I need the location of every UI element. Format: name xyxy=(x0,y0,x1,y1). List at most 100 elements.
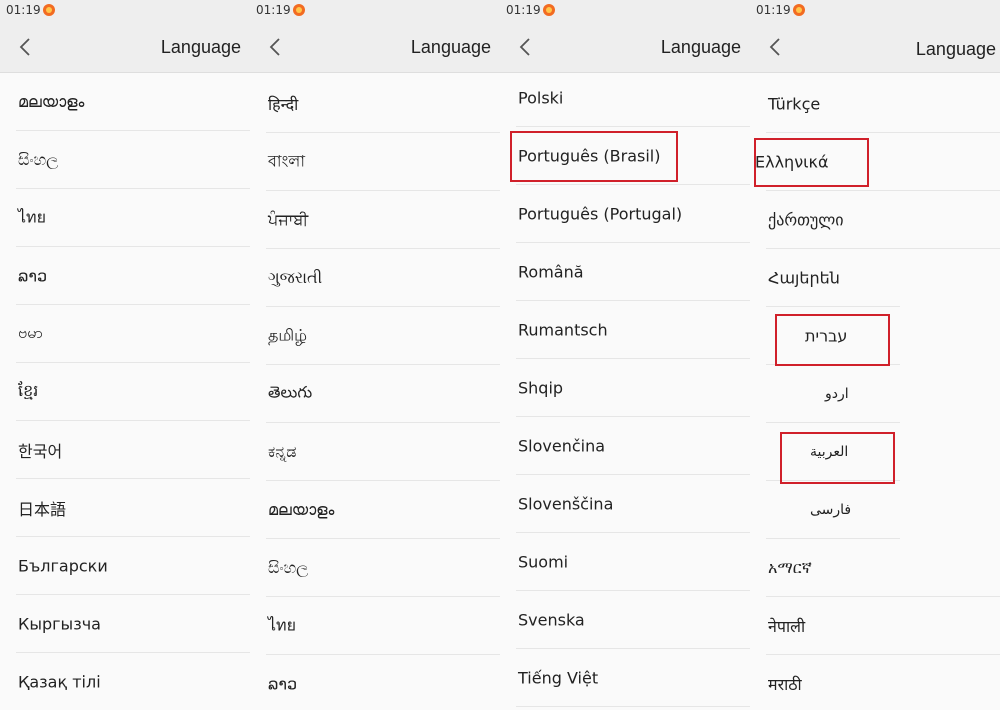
language-label: Кыргызча xyxy=(18,614,101,634)
language-item[interactable]: తెలుగు xyxy=(250,365,500,423)
language-item[interactable]: ગુજરાતી xyxy=(250,249,500,307)
language-item[interactable]: Български xyxy=(0,537,250,595)
notification-icon xyxy=(43,4,55,16)
language-item[interactable]: አማርኛ xyxy=(750,539,1000,597)
language-label: Suomi xyxy=(518,552,569,572)
language-label: 日本語 xyxy=(18,500,67,519)
language-label: தமிழ் xyxy=(268,325,308,345)
language-label: Slovenčina xyxy=(518,436,606,456)
screen-panel-1: 01:19 Language മലയാളം සිංහල ไทย ລາວ ဗမာ … xyxy=(0,0,250,710)
language-item[interactable]: ಕನ್ನಡ xyxy=(250,423,500,481)
language-label: සිංහල xyxy=(268,558,309,577)
page-title: Language xyxy=(915,39,996,59)
language-label: العربية xyxy=(810,444,849,460)
language-label: ไทย xyxy=(268,615,296,635)
app-bar: Language xyxy=(0,22,250,73)
language-label: עברית xyxy=(805,326,848,346)
language-item[interactable]: Slovenščina xyxy=(500,475,750,533)
language-item[interactable]: Português (Portugal) xyxy=(500,185,750,243)
status-bar: 01:19 xyxy=(250,0,500,22)
language-label: తెలుగు xyxy=(268,382,313,402)
screen-panel-4: 01:19 Language Türkçe Ελληνικά ქართული Հ… xyxy=(750,0,1000,710)
language-item[interactable]: മലയാളം xyxy=(250,481,500,539)
language-item[interactable]: සිංහල xyxy=(0,131,250,189)
language-label: ខ្មែរ xyxy=(18,381,39,400)
language-label: മലയാളം xyxy=(268,500,335,519)
language-item[interactable]: Suomi xyxy=(500,533,750,591)
language-item[interactable]: ქართული xyxy=(750,191,1000,249)
language-item[interactable]: हिन्दी xyxy=(250,75,500,133)
language-label: Português (Portugal) xyxy=(518,204,683,224)
language-label: मराठी xyxy=(768,675,802,694)
language-item[interactable]: Slovenčina xyxy=(500,417,750,475)
language-label: ਪੰਜਾਬੀ xyxy=(268,210,309,229)
language-label: Română xyxy=(518,262,584,282)
language-item[interactable]: ਪੰਜਾਬੀ xyxy=(250,191,500,249)
language-label: Ελληνικά xyxy=(755,152,829,172)
language-item[interactable]: Svenska xyxy=(500,591,750,649)
language-item[interactable]: اردو xyxy=(750,365,1000,423)
language-label: Հայերեն xyxy=(768,268,840,288)
page-title: Language xyxy=(660,37,741,57)
language-label: አማርኛ xyxy=(768,558,812,577)
language-item-selected[interactable]: العربية xyxy=(750,423,1000,481)
language-item[interactable]: ไทย xyxy=(250,597,500,655)
language-label: Rumantsch xyxy=(518,320,608,340)
language-item[interactable]: 한국어 xyxy=(0,421,250,479)
language-item-selected[interactable]: Ελληνικά xyxy=(750,133,1000,191)
language-item[interactable]: ไทย xyxy=(0,189,250,247)
screen-panel-2: 01:19 Language हिन्दी বাংলা ਪੰਜਾਬੀ ગુજરા… xyxy=(250,0,500,710)
language-item[interactable]: ລາວ xyxy=(250,655,500,710)
language-item[interactable]: Қазақ тілі xyxy=(0,653,250,710)
status-bar: 01:19 xyxy=(0,0,250,22)
language-item[interactable]: नेपाली xyxy=(750,597,1000,655)
status-time: 01:19 xyxy=(756,3,791,17)
notification-icon xyxy=(793,4,805,16)
language-label: Tiếng Việt xyxy=(518,668,599,688)
language-item[interactable]: Română xyxy=(500,243,750,301)
language-item[interactable]: ဗမာ xyxy=(0,305,250,363)
language-item[interactable]: Shqip xyxy=(500,359,750,417)
language-item[interactable]: ລາວ xyxy=(0,247,250,305)
language-label: नेपाली xyxy=(768,617,806,636)
language-item[interactable]: मराठी xyxy=(750,655,1000,710)
language-label: ไทย xyxy=(18,207,46,227)
language-item[interactable]: 日本語 xyxy=(0,479,250,537)
language-label: Shqip xyxy=(518,378,564,398)
language-item[interactable]: ខ្មែរ xyxy=(0,363,250,421)
language-label: Português (Brasil) xyxy=(518,146,661,166)
language-label: ລາວ xyxy=(268,674,298,694)
status-bar: 01:19 xyxy=(750,0,1000,22)
language-item-selected[interactable]: עברית xyxy=(750,307,1000,365)
language-item[interactable]: বাংলা xyxy=(250,133,500,191)
language-item[interactable]: മലയാളം xyxy=(0,73,250,131)
app-bar: Language xyxy=(500,22,750,73)
app-bar: Language xyxy=(750,22,1000,73)
back-arrow-icon[interactable] xyxy=(518,38,534,56)
language-item[interactable]: Polski xyxy=(500,69,750,127)
language-item[interactable]: Հայերեն xyxy=(750,249,1000,307)
language-label: ქართული xyxy=(768,210,844,230)
language-label: اردو xyxy=(825,386,849,402)
status-time: 01:19 xyxy=(506,3,541,17)
language-label: বাংলা xyxy=(268,151,305,171)
language-item[interactable]: Rumantsch xyxy=(500,301,750,359)
language-label: ဗမာ xyxy=(18,323,43,342)
screen-panel-3: 01:19 Language Polski Português (Brasil)… xyxy=(500,0,750,710)
language-label: Polski xyxy=(518,88,564,108)
language-label: മലയാളം xyxy=(18,92,85,111)
language-item-selected[interactable]: Português (Brasil) xyxy=(500,127,750,185)
language-item[interactable]: සිංහල xyxy=(250,539,500,597)
back-arrow-icon[interactable] xyxy=(768,38,784,56)
language-item[interactable]: தமிழ் xyxy=(250,307,500,365)
back-arrow-icon[interactable] xyxy=(18,38,34,56)
back-arrow-icon[interactable] xyxy=(268,38,284,56)
page-title: Language xyxy=(160,37,241,57)
language-item[interactable]: Кыргызча xyxy=(0,595,250,653)
language-item[interactable]: Tiếng Việt xyxy=(500,649,750,707)
language-item[interactable]: Türkçe xyxy=(750,75,1000,133)
notification-icon xyxy=(543,4,555,16)
language-label: 한국어 xyxy=(18,442,63,461)
language-label: ગુજરાતી xyxy=(268,268,323,287)
language-item[interactable]: فارسی xyxy=(750,481,1000,539)
